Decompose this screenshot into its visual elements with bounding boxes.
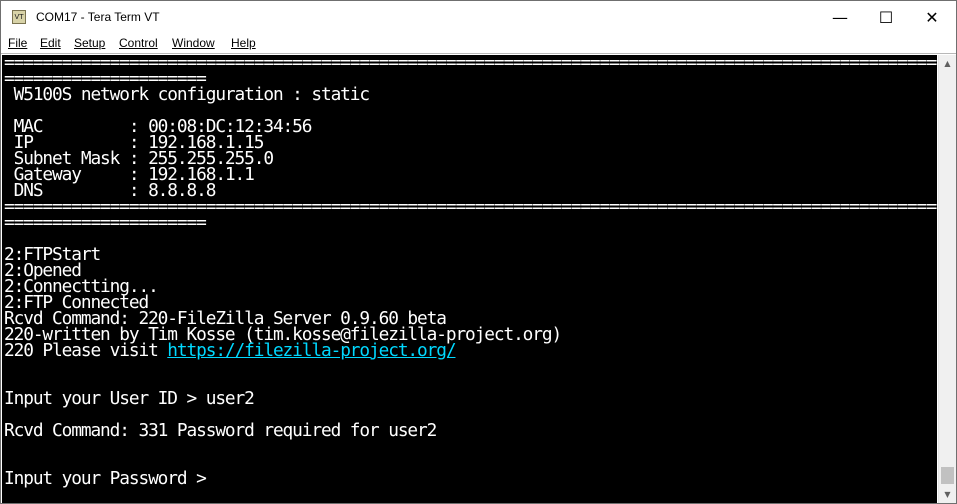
scroll-up-arrow-icon[interactable]: ▲ [939, 55, 956, 72]
config-title: W5100S network configuration : static [4, 84, 371, 105]
terminal-screen[interactable]: ========================================… [2, 55, 937, 503]
menu-window-label: Window [172, 36, 215, 50]
maximize-button[interactable]: ☐ [863, 1, 909, 34]
password-prompt[interactable]: Input your Password > [4, 470, 215, 488]
title-bar[interactable]: VT COM17 - Tera Term VT — ☐ ✕ [1, 1, 956, 35]
menu-edit[interactable]: Edit [40, 35, 61, 51]
close-button[interactable]: ✕ [909, 1, 955, 34]
scroll-down-arrow-icon[interactable]: ▼ [939, 486, 956, 503]
window-title: COM17 - Tera Term VT [36, 10, 160, 24]
visit-prefix: 220 Please visit [4, 340, 168, 361]
menu-file-label: File [8, 36, 28, 50]
password-required-line: Rcvd Command: 331 Password required for … [4, 420, 437, 441]
menu-setup-label: Setup [74, 36, 106, 50]
scroll-thumb[interactable] [941, 467, 954, 484]
log-line-visit: 220 Please visit https://filezilla-proje… [4, 340, 457, 361]
tera-term-app-icon[interactable]: VT [12, 10, 26, 24]
menu-window[interactable]: Window [172, 35, 215, 51]
vertical-scrollbar[interactable]: ▲ ▼ [938, 55, 956, 503]
menu-help-label: Help [231, 36, 256, 50]
menu-file[interactable]: File [8, 35, 27, 51]
menu-bar: File Edit Setup Control Window Help [1, 35, 956, 54]
menu-setup[interactable]: Setup [74, 35, 105, 51]
filezilla-link[interactable]: https://filezilla-project.org/ [167, 340, 456, 361]
separator-line: ===================== [4, 212, 207, 233]
menu-control-label: Control [119, 36, 158, 50]
menu-edit-label: Edit [40, 36, 61, 50]
menu-control[interactable]: Control [119, 35, 158, 51]
user-id-prompt: Input your User ID > user2 [4, 388, 255, 409]
menu-help[interactable]: Help [231, 35, 256, 51]
minimize-button[interactable]: — [817, 1, 863, 34]
menu-divider [1, 53, 956, 54]
tera-term-window: VT COM17 - Tera Term VT — ☐ ✕ File Edit … [0, 0, 957, 504]
